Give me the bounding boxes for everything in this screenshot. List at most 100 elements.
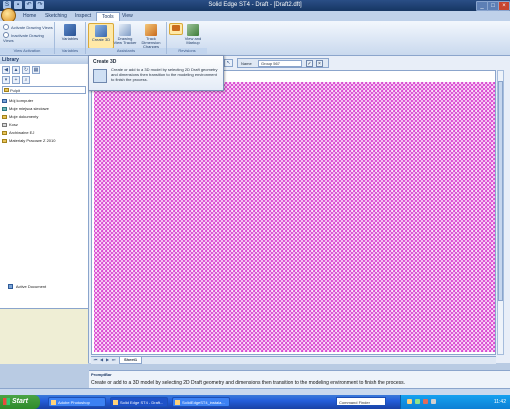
group-label: Revisions (167, 48, 207, 54)
library-item-label: Materiały Pracowe Z 2010 (9, 138, 56, 143)
tooltip-body: Create or add to a 3D model by selecting… (111, 67, 218, 82)
library-title: Library (0, 56, 88, 64)
create-3d-icon (95, 25, 107, 37)
tab-sheet1[interactable]: Sheet1 (119, 357, 143, 364)
new-folder-icon[interactable]: + (12, 76, 20, 84)
document-icon (8, 284, 13, 289)
windows-logo-icon (3, 398, 10, 405)
view-markup-button[interactable]: View and Markup (181, 23, 205, 47)
tab-inspect[interactable]: Inspect (70, 12, 96, 21)
drawing-canvas[interactable] (91, 70, 496, 355)
library-item[interactable]: Kosz (2, 122, 18, 127)
library-path-text: Pulpit (10, 88, 21, 93)
taskbar-item-label: Adobe Photoshop (58, 400, 90, 405)
group-variables: Variables Variables (55, 22, 86, 54)
up-folder-icon[interactable]: ▲ (12, 66, 20, 74)
system-tray: 11:42 (400, 395, 510, 409)
close-button[interactable]: × (498, 1, 510, 11)
name-input[interactable]: Group 567 (258, 60, 302, 67)
command-finder-input[interactable]: Command Finder (336, 397, 386, 406)
taskbar-item[interactable]: Solid Edge ST4 - Draft... (110, 397, 168, 407)
tray-icon[interactable] (415, 399, 420, 404)
cancel-icon[interactable]: × (316, 60, 323, 67)
view-markup-label: View and Markup (184, 36, 202, 45)
variables-button-label: Variables (61, 36, 79, 41)
start-button[interactable]: Start (0, 395, 40, 409)
taskbar: Start Adobe Photoshop Solid Edge ST4 - D… (0, 395, 510, 409)
view-icon[interactable]: ▦ (32, 66, 40, 74)
library-preview-panel (0, 308, 88, 364)
vertical-scrollbar[interactable] (497, 70, 504, 355)
view-tracker-label: Drawing View Tracker (113, 36, 137, 45)
library-item[interactable]: Mój komputer (2, 98, 33, 103)
taskbar-item-label: Solid Edge ST4 - Draft... (120, 400, 164, 405)
folder-icon (175, 400, 180, 405)
scroll-thumb[interactable] (498, 81, 503, 301)
filter-icon[interactable]: ▾ (2, 76, 10, 84)
create-3d-label: Create 3D (91, 37, 111, 42)
network-icon (2, 107, 7, 111)
clock: 11:42 (493, 399, 506, 405)
folder-icon (2, 115, 7, 119)
group-assistants: Create 3D Drawing View Tracker Track Dim… (86, 22, 167, 54)
title-bar: S ▪ ↶ ↷ Solid Edge ST4 - Draft - [Draft2… (0, 0, 510, 11)
library-pane: Library ◀ ▲ ↻ ▦ ▾ + ⌕ Pulpit Mój kompute… (0, 56, 89, 364)
inactivate-views-label: Inactivate Drawing Views (3, 33, 44, 43)
tray-icon[interactable] (431, 399, 436, 404)
computer-icon (2, 99, 7, 103)
group-view-activation: Activate Drawing Views Inactivate Drawin… (0, 22, 55, 54)
folder-icon (4, 88, 9, 92)
group-label: View Activation (0, 48, 54, 54)
activate-views-label: Activate Drawing Views (11, 25, 53, 30)
library-item[interactable]: Moje dokumenty (2, 114, 38, 119)
first-sheet-icon[interactable]: ⏮ (93, 358, 98, 362)
library-item-label: Moje miejsca sieciowe (9, 106, 49, 111)
view-tracker-button[interactable]: Drawing View Tracker (113, 23, 137, 47)
refresh-icon[interactable]: ↻ (22, 66, 30, 74)
folder-icon (2, 139, 7, 143)
track-dimension-button[interactable]: Track Dimension Changes (139, 23, 163, 49)
library-item[interactable]: Materiały Pracowe Z 2010 (2, 138, 55, 143)
group-label: Assistants (86, 48, 166, 54)
photoshop-icon (51, 400, 56, 405)
prev-sheet-icon[interactable]: ◀ (99, 358, 104, 362)
drawing-area: ↖ Name Group 567 ✓ × ⏮ ◀ ▶ ⏭ Sheet1 (89, 56, 510, 364)
tray-icon[interactable] (407, 399, 412, 404)
track-dimension-icon (145, 24, 157, 36)
group-label: Variables (55, 48, 85, 54)
taskbar-item[interactable]: Adobe Photoshop (48, 397, 106, 407)
next-sheet-icon[interactable]: ▶ (105, 358, 110, 362)
create-3d-button[interactable]: Create 3D (88, 23, 114, 49)
last-sheet-icon[interactable]: ⏭ (111, 358, 116, 362)
active-document-row[interactable]: Active Document (0, 284, 88, 289)
variables-icon (64, 24, 76, 36)
taskbar-item[interactable]: SolidEdgeST4_instala... (172, 397, 230, 407)
start-label: Start (12, 398, 28, 405)
library-item-label: Kosz (9, 122, 18, 127)
library-item[interactable]: Archiwalne EJ (2, 130, 34, 135)
tab-home[interactable]: Home (18, 12, 41, 21)
recycle-bin-icon (2, 123, 7, 127)
group-revisions: View and Markup Revisions (167, 22, 207, 54)
accept-icon[interactable]: ✓ (306, 60, 313, 67)
tab-sketching[interactable]: Sketching (40, 12, 72, 21)
tray-icon[interactable] (423, 399, 428, 404)
select-arrow-icon[interactable]: ↖ (224, 59, 233, 67)
variables-button[interactable]: Variables (58, 23, 82, 47)
view-tracker-icon (119, 24, 131, 36)
activate-views-radio[interactable]: Activate Drawing Views (3, 24, 53, 30)
library-path-field[interactable]: Pulpit (2, 86, 86, 94)
selected-geometry-pattern (92, 71, 495, 354)
inactivate-views-radio[interactable]: Inactivate Drawing Views (3, 32, 54, 43)
active-document-label: Active Document (15, 284, 47, 289)
tab-view[interactable]: View (117, 12, 138, 21)
solid-edge-icon (113, 400, 118, 405)
window-title: Solid Edge ST4 - Draft - [Draft2.dft] (208, 2, 302, 8)
search-icon[interactable]: ⌕ (22, 76, 30, 84)
back-icon[interactable]: ◀ (2, 66, 10, 74)
library-item[interactable]: Moje miejsca sieciowe (2, 106, 49, 111)
view-markup-icon (187, 24, 199, 36)
revision-icon (172, 25, 180, 31)
name-bar: Name Group 567 ✓ × (237, 58, 329, 68)
prompt-bar-title: PromptBar (91, 372, 112, 377)
